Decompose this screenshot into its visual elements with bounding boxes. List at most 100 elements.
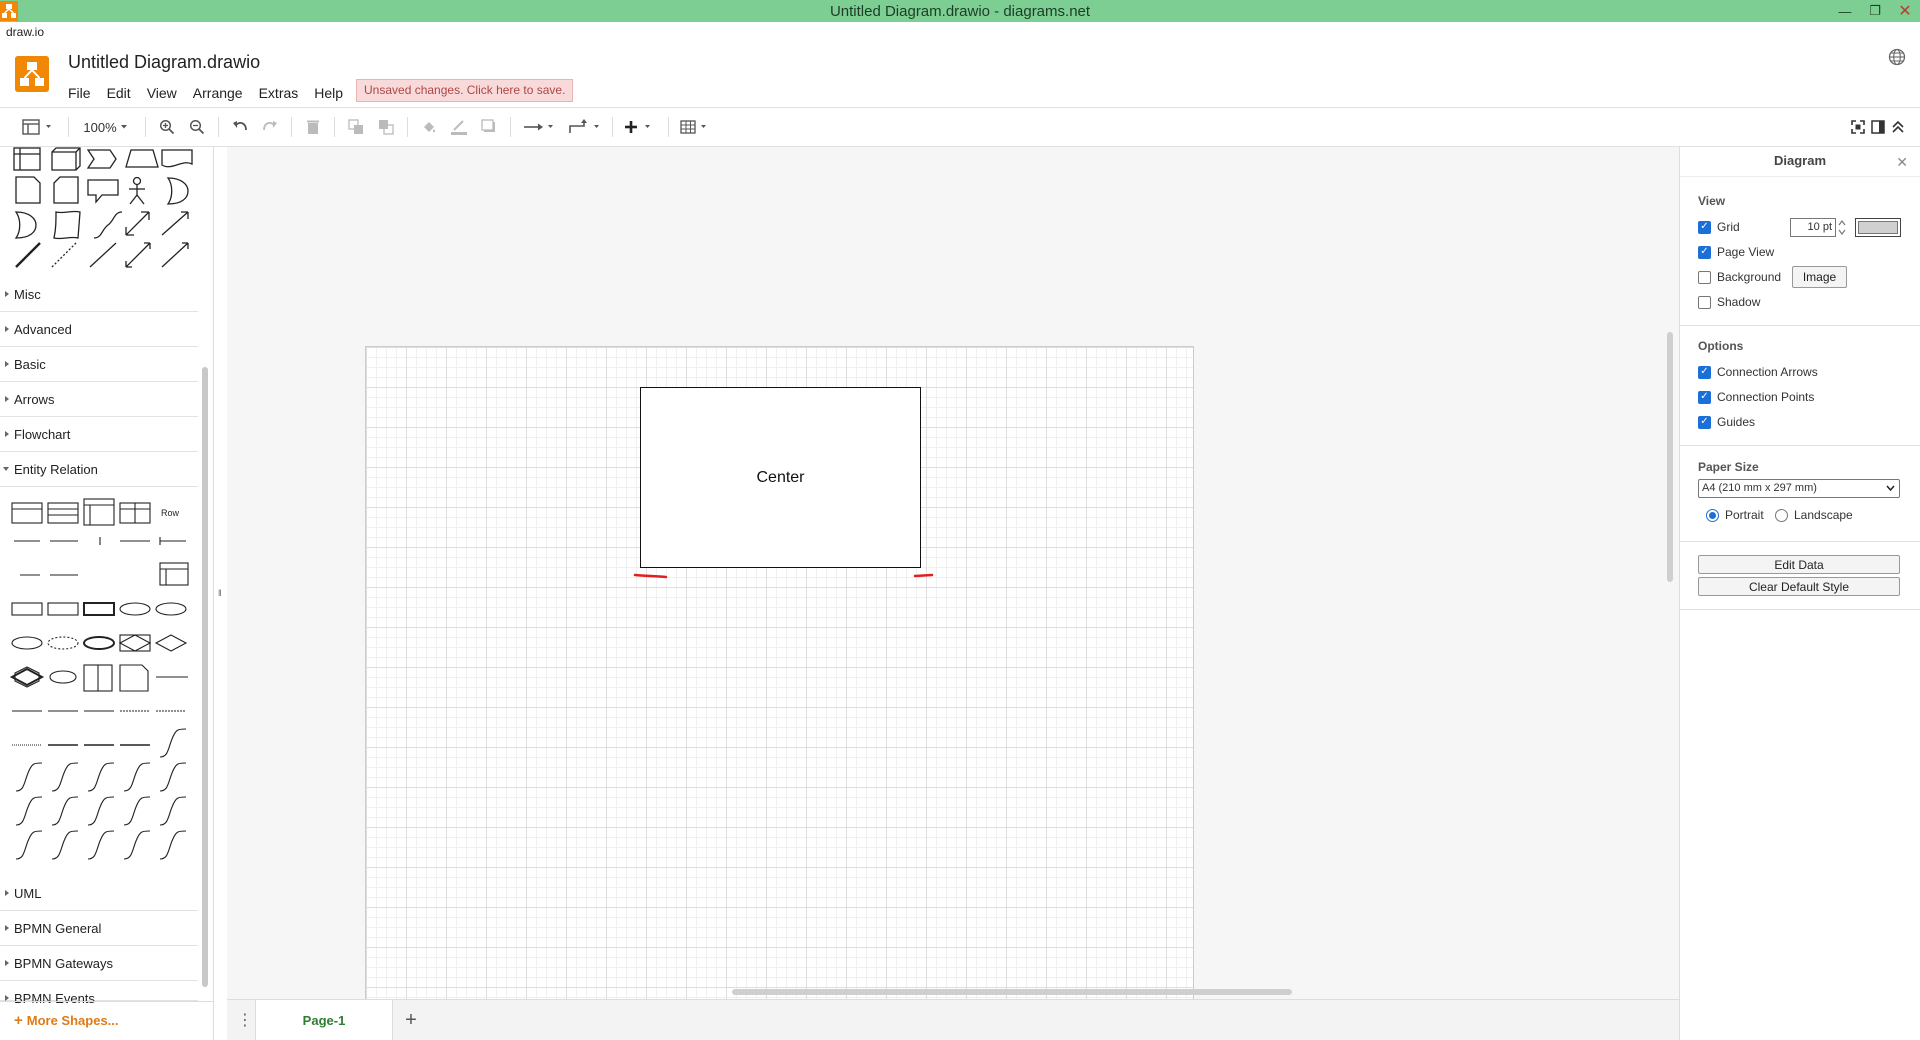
zoom-dropdown[interactable]: 100% (78, 115, 136, 139)
to-back-icon[interactable] (375, 115, 397, 139)
menu-edit[interactable]: Edit (99, 82, 139, 104)
landscape-option[interactable]: Landscape (1775, 508, 1853, 522)
zoom-level: 100% (83, 119, 117, 135)
collapse-icon[interactable] (1888, 115, 1908, 139)
canvas-vertical-scrollbar[interactable] (1667, 332, 1673, 582)
drawio-logo-icon[interactable] (15, 56, 49, 92)
chevron-down-icon (120, 125, 127, 129)
shadow-icon[interactable] (478, 115, 500, 139)
app-subtitle: draw.io (6, 25, 45, 39)
grid-size-input[interactable]: 10 pt (1790, 218, 1836, 237)
language-globe-icon[interactable] (1888, 48, 1906, 66)
portrait-label: Portrait (1725, 508, 1764, 522)
close-icon[interactable]: ✕ (1890, 0, 1920, 22)
menu-file[interactable]: File (60, 82, 99, 104)
to-front-icon[interactable] (345, 115, 367, 139)
background-option[interactable]: Background (1698, 270, 1781, 284)
window-title: Untitled Diagram.drawio - diagrams.net (829, 2, 1091, 20)
image-button[interactable]: Image (1792, 266, 1847, 288)
sidebar-section-uml[interactable]: UML (0, 876, 198, 911)
shadow-checkbox[interactable] (1698, 295, 1711, 309)
redo-icon[interactable] (259, 115, 281, 139)
grid-label: Grid (1717, 220, 1740, 234)
connection-arrows-checkbox[interactable]: ✓ (1698, 365, 1711, 379)
sidebar-scrollbar[interactable] (202, 367, 208, 987)
grid-option[interactable]: ✓ Grid (1698, 220, 1740, 234)
delete-icon[interactable] (302, 115, 324, 139)
edit-data-button[interactable]: Edit Data (1698, 555, 1900, 574)
entity-relation-shapes-grid[interactable] (10, 493, 196, 873)
landscape-radio[interactable] (1775, 508, 1788, 522)
connection-points-checkbox[interactable]: ✓ (1698, 390, 1711, 404)
unsaved-changes-notice[interactable]: Unsaved changes. Click here to save. (356, 79, 574, 102)
zoom-in-icon[interactable] (156, 115, 178, 139)
options-heading: Options (1698, 339, 1744, 353)
sidebar-section-advanced[interactable]: Advanced (0, 312, 198, 347)
format-panel-icon[interactable] (1868, 115, 1888, 139)
shadow-label: Shadow (1717, 295, 1761, 309)
diagram-page[interactable]: Center (365, 346, 1194, 999)
connection-arrows-option[interactable]: ✓ Connection Arrows (1698, 365, 1818, 379)
connection-icon[interactable] (521, 115, 557, 139)
sidebar-section-misc[interactable]: Misc (0, 277, 198, 312)
sidebar-section-basic[interactable]: Basic (0, 347, 198, 382)
connection-points-option[interactable]: ✓ Connection Points (1698, 390, 1814, 404)
portrait-radio[interactable] (1706, 508, 1719, 522)
sidebar-section-entity-relation[interactable]: Entity Relation (0, 452, 198, 487)
window-titlebar: Untitled Diagram.drawio - diagrams.net —… (0, 0, 1920, 22)
guides-checkbox[interactable]: ✓ (1698, 415, 1711, 429)
sidebar-section-bpmn-general[interactable]: BPMN General (0, 911, 198, 946)
landscape-label: Landscape (1794, 508, 1853, 522)
sidebar-section-bpmn-gateways[interactable]: BPMN Gateways (0, 946, 198, 981)
drawio-app-icon (0, 1, 18, 21)
more-shapes-button[interactable]: + More Shapes... (0, 1001, 213, 1040)
sidebar-section-arrows[interactable]: Arrows (0, 382, 198, 417)
background-checkbox[interactable] (1698, 270, 1711, 284)
paper-size-value: A4 (210 mm x 297 mm) (1702, 482, 1817, 494)
canvas-horizontal-scrollbar[interactable] (732, 989, 1292, 995)
portrait-option[interactable]: Portrait (1706, 508, 1764, 522)
undo-icon[interactable] (229, 115, 251, 139)
fill-color-icon[interactable] (418, 115, 440, 139)
general-shapes-grid[interactable] (10, 147, 196, 275)
menu-view[interactable]: View (139, 82, 185, 104)
add-page-icon[interactable]: + (399, 1008, 423, 1032)
page-view-checkbox[interactable]: ✓ (1698, 245, 1711, 259)
paper-size-select[interactable]: A4 (210 mm x 297 mm) (1698, 479, 1900, 498)
insert-icon[interactable] (622, 115, 658, 139)
grid-checkbox[interactable]: ✓ (1698, 220, 1711, 234)
chevron-down-icon (1886, 485, 1895, 492)
background-label: Background (1717, 270, 1782, 284)
paper-size-heading: Paper Size (1698, 460, 1759, 474)
sidebar-section-bpmn-events[interactable]: BPMN Events (0, 981, 198, 1006)
view-panels-icon[interactable] (18, 115, 58, 139)
clear-default-style-button[interactable]: Clear Default Style (1698, 577, 1900, 596)
view-heading: View (1698, 194, 1726, 208)
tab-page-1[interactable]: Page-1 (255, 1000, 393, 1040)
grid-size-stepper[interactable] (1837, 218, 1847, 237)
er-row-label: Row (161, 508, 180, 518)
document-title[interactable]: Untitled Diagram.drawio (68, 52, 260, 73)
page-view-option[interactable]: ✓ Page View (1698, 245, 1774, 259)
shadow-option[interactable]: Shadow (1698, 295, 1760, 309)
zoom-out-icon[interactable] (186, 115, 208, 139)
pages-menu-icon[interactable]: ⋮ (235, 1010, 255, 1030)
menu-extras[interactable]: Extras (251, 82, 307, 104)
restore-icon[interactable]: ❐ (1860, 0, 1890, 22)
menu-help[interactable]: Help (306, 82, 351, 104)
line-color-icon[interactable] (448, 115, 470, 139)
waypoints-icon[interactable] (567, 115, 603, 139)
red-annotation-marks (633, 573, 934, 579)
diagram-canvas[interactable]: Center (227, 147, 1679, 999)
close-panel-icon[interactable]: ✕ (1896, 154, 1908, 171)
minimize-icon[interactable]: — (1830, 0, 1860, 22)
page-view-label: Page View (1717, 245, 1775, 259)
toolbar: 100% (0, 107, 1920, 147)
sidebar-resize-handle[interactable]: ‖ (218, 588, 222, 598)
grid-color-button[interactable] (1855, 218, 1901, 237)
guides-option[interactable]: ✓ Guides (1698, 415, 1755, 429)
fullscreen-icon[interactable] (1848, 115, 1868, 139)
table-icon[interactable] (678, 115, 714, 139)
menu-arrange[interactable]: Arrange (185, 82, 251, 104)
sidebar-section-flowchart[interactable]: Flowchart (0, 417, 198, 452)
